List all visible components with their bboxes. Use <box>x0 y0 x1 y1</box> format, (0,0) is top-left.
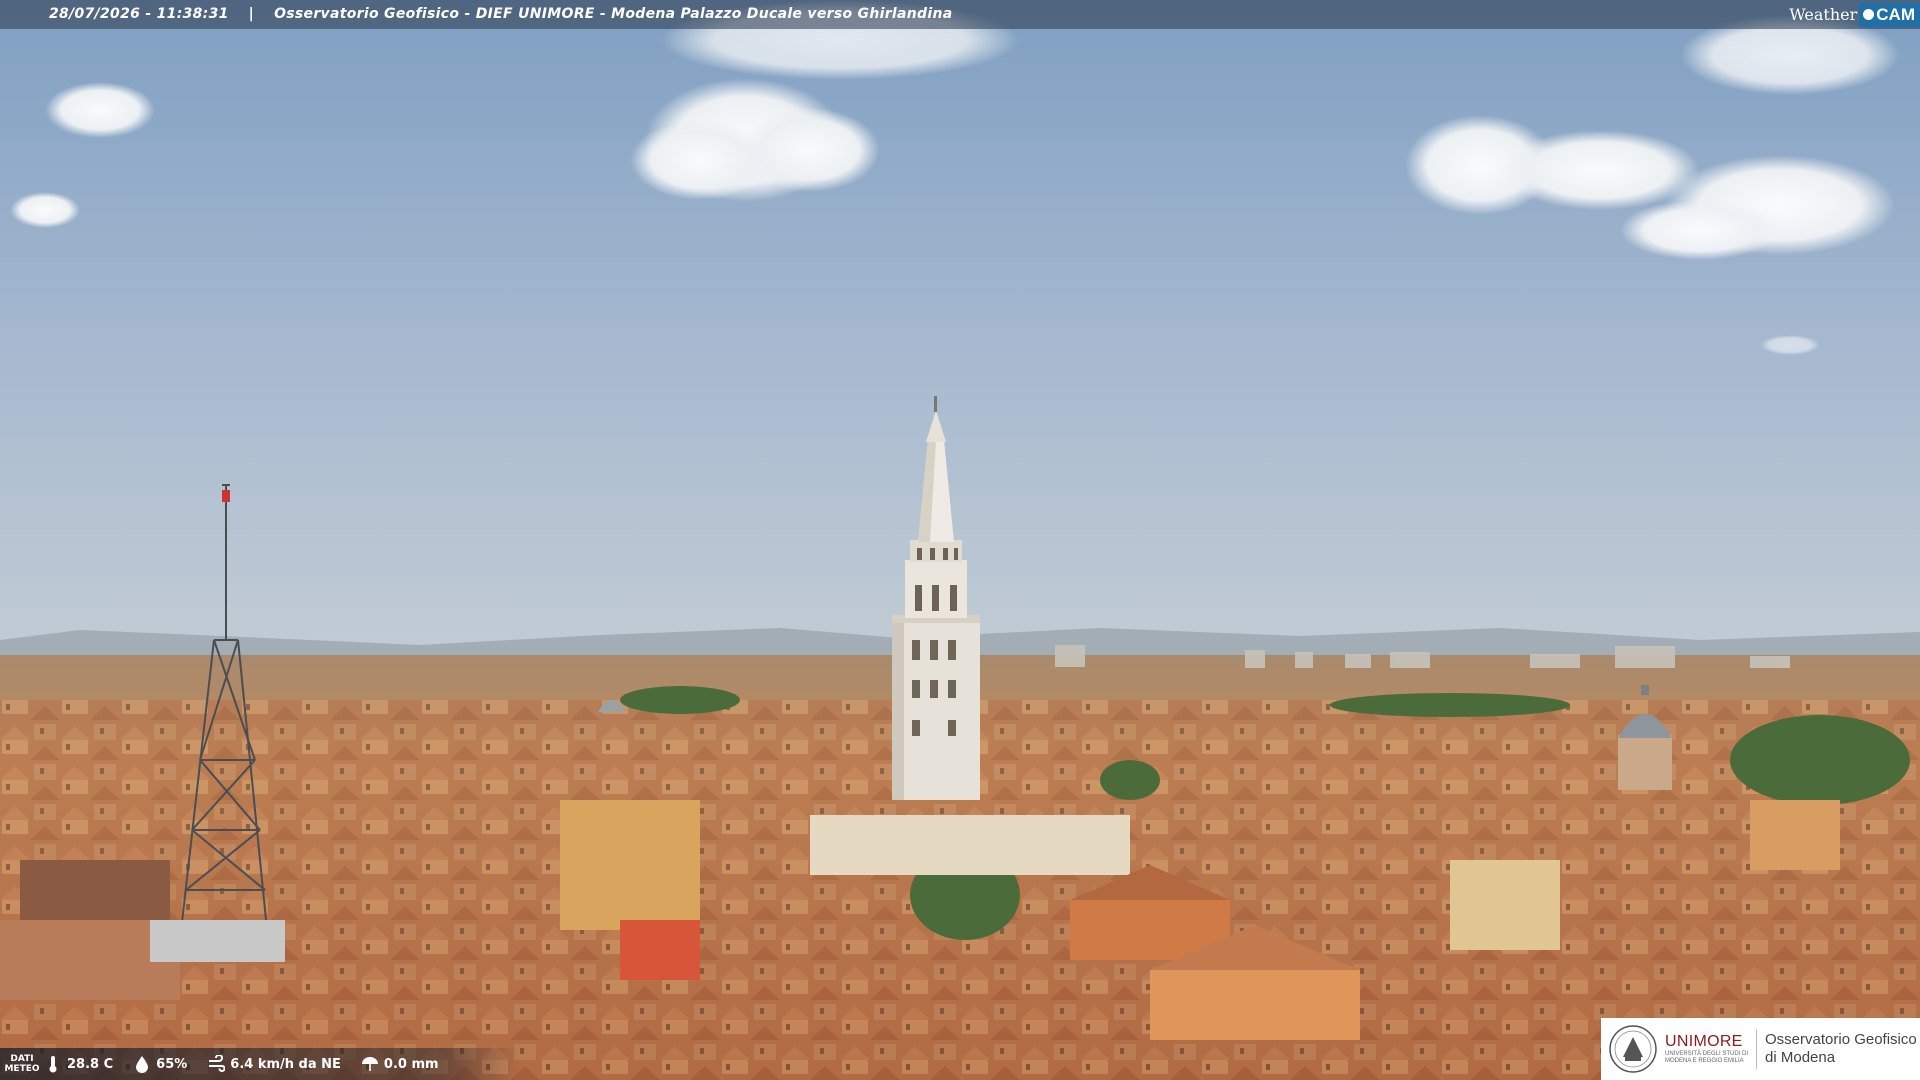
weather-brand-text: Weather <box>1789 5 1858 24</box>
cam-brand-text: CAM <box>1876 4 1915 24</box>
wind-value: 6.4 km/h da NE <box>230 1056 341 1072</box>
unimore-sub-1: UNIVERSITÀ DEGLI STUDI DI <box>1665 1051 1749 1057</box>
observatory-logo: UNIMORE UNIVERSITÀ DEGLI STUDI DI MODENA… <box>1601 1018 1920 1080</box>
separator: | <box>248 6 255 22</box>
unimore-name: UNIMORE <box>1665 1033 1743 1050</box>
unimore-text: UNIMORE UNIVERSITÀ DEGLI STUDI DI MODENA… <box>1665 1033 1748 1065</box>
webcam-image <box>0 0 1920 1080</box>
wind-reading: 6.4 km/h da NE <box>207 1055 341 1073</box>
meteo-label-line1: DATI <box>10 1054 34 1064</box>
cam-badge: CAM <box>1859 2 1920 27</box>
weathercam-logo: Weather CAM <box>1789 1 1920 28</box>
humidity-value: 65% <box>156 1056 188 1072</box>
camera-title: Osservatorio Geofisico - DIEF UNIMORE - … <box>274 6 953 22</box>
humidity-icon <box>133 1055 151 1073</box>
humidity-reading: 65% <box>133 1055 187 1073</box>
top-info-bar: 28/07/2026 - 11:38:31 | Osservatorio Geofi… <box>0 0 1920 29</box>
observatory-line-2: di Modena <box>1765 1049 1836 1066</box>
caption: 28/07/2026 - 11:38:31 | Osservatorio Geofi… <box>49 6 952 22</box>
temperature-value: 28.8 C <box>67 1056 114 1072</box>
unimore-seal-icon <box>1609 1025 1657 1073</box>
meteo-strip: DATI METEO 28.8 C 65% 6.4 km/h da NE 0.0… <box>0 1048 520 1080</box>
timestamp: 28/07/2026 - 11:38:31 <box>49 6 229 22</box>
observatory-line-1: Osservatorio Geofisico <box>1765 1031 1917 1048</box>
rain-icon <box>361 1055 379 1073</box>
logo-divider <box>1756 1029 1758 1069</box>
unimore-sub-2: MODENA E REGGIO EMILIA <box>1665 1058 1744 1064</box>
meteo-label: DATI METEO <box>0 1054 44 1074</box>
rain-reading: 0.0 mm <box>361 1055 439 1073</box>
observatory-name: Osservatorio Geofisico di Modena <box>1765 1031 1917 1067</box>
thermometer-icon <box>44 1055 62 1073</box>
cam-dot-icon <box>1863 9 1875 20</box>
rain-value: 0.0 mm <box>383 1056 439 1072</box>
temperature-reading: 28.8 C <box>44 1055 113 1073</box>
meteo-label-line2: METEO <box>4 1064 40 1074</box>
wind-icon <box>207 1055 226 1073</box>
